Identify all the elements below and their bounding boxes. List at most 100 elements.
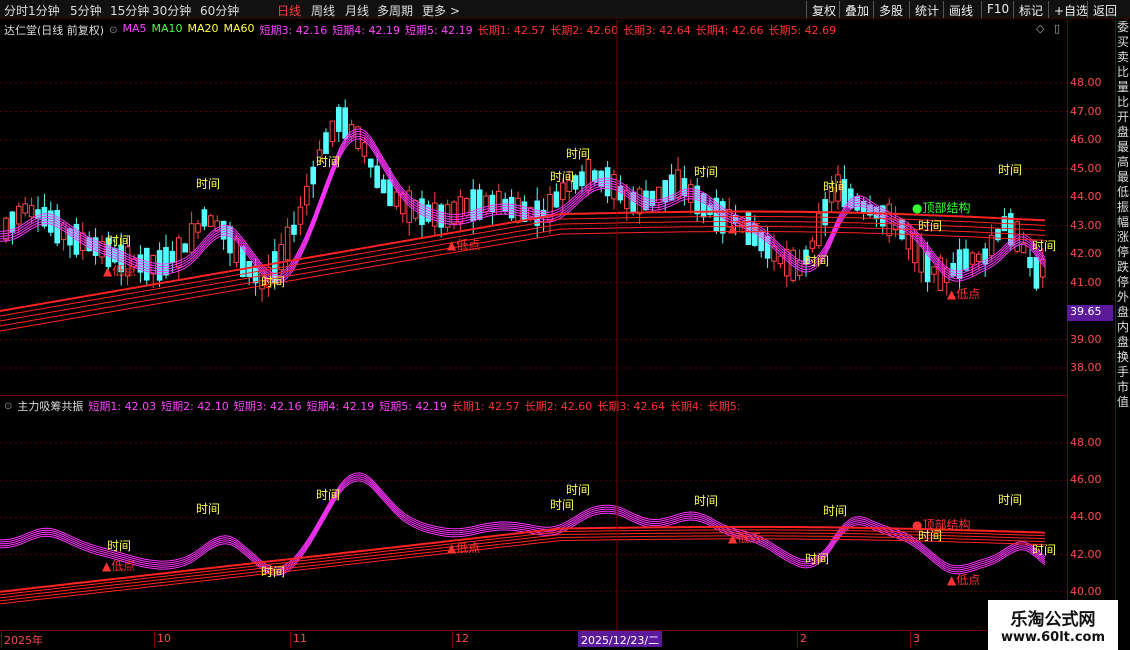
toolbar-button-5[interactable]: F10 xyxy=(981,1,1014,18)
indicator-time-marker: 时间 xyxy=(316,488,340,502)
period-tab-7[interactable]: 周线 xyxy=(311,2,335,19)
current-price-tag: 39.65 xyxy=(1067,305,1113,321)
candle-body xyxy=(182,243,188,253)
candle-body xyxy=(310,166,316,185)
candle-body xyxy=(963,248,969,271)
candle-body xyxy=(195,223,201,233)
candle-body xyxy=(809,240,816,249)
watermark: 乐淘公式网 www.60lt.com xyxy=(988,600,1118,650)
indicator-time-marker: 时间 xyxy=(823,504,847,518)
indicator-short-line xyxy=(0,472,1046,568)
candle-body xyxy=(387,179,393,207)
period-tab-3[interactable]: 15分钟 xyxy=(110,2,149,19)
candle-body xyxy=(956,249,963,280)
price-tick-9: 38.00 xyxy=(1070,361,1102,374)
date-tick xyxy=(1,630,2,648)
candle-body xyxy=(553,191,560,208)
watermark-url: www.60lt.com xyxy=(1000,630,1106,645)
period-tab-9[interactable]: 多周期 xyxy=(377,2,413,19)
time-marker: 时间 xyxy=(566,147,590,161)
candle-body xyxy=(16,205,22,225)
toolbar-button-4[interactable]: 画线 xyxy=(943,1,978,18)
candle-body xyxy=(816,212,822,247)
time-marker: 时间 xyxy=(998,163,1022,177)
period-tab-1[interactable]: 1分钟 xyxy=(28,2,60,19)
period-tab-8[interactable]: 月线 xyxy=(345,2,369,19)
date-tick xyxy=(154,630,155,648)
candle-body xyxy=(323,132,329,154)
time-marker: 时间 xyxy=(550,170,574,184)
period-tab-0[interactable]: 分时 xyxy=(4,2,28,19)
candle-body xyxy=(297,206,304,225)
indicator-time-marker: 时间 xyxy=(805,552,829,566)
price-tick-2: 46.00 xyxy=(1070,133,1102,146)
toolbar-button-3[interactable]: 统计 xyxy=(909,1,944,18)
candle-body xyxy=(169,250,176,263)
time-marker: 时间 xyxy=(694,165,718,179)
price-tick-3: 45.00 xyxy=(1070,161,1102,175)
period-tab-5[interactable]: 60分钟 xyxy=(200,2,239,19)
price-tick-8: 39.00 xyxy=(1070,332,1102,346)
price-tick-6: 42.00 xyxy=(1070,247,1102,260)
period-tab-10[interactable]: 更多 > xyxy=(422,2,460,19)
candle-body xyxy=(208,215,214,227)
date-label-4: 2 xyxy=(800,632,807,645)
quote-side-strip: 委买卖比量比开盘最高最低振幅涨停跌停外盘内盘换手市值 xyxy=(1115,20,1130,630)
toolbar-button-1[interactable]: 叠加 xyxy=(839,1,874,18)
indicator-low-marker: ▲低点 xyxy=(947,573,980,587)
date-tick xyxy=(797,630,798,648)
candle-body xyxy=(28,205,35,218)
toolbar-button-8[interactable]: 返回 xyxy=(1087,1,1122,18)
toolbar-button-6[interactable]: 标记 xyxy=(1013,1,1048,18)
time-marker: 时间 xyxy=(261,275,285,289)
date-label-0: 2025年 xyxy=(4,634,43,647)
date-label-2: 11 xyxy=(293,632,307,645)
toolbar-button-0[interactable]: 复权 xyxy=(806,1,841,18)
low-marker: ▲低点 xyxy=(728,221,761,235)
long-ma-line xyxy=(0,226,1046,327)
candle-body xyxy=(438,204,444,228)
date-tick xyxy=(910,630,911,648)
indicator-time-marker: 时间 xyxy=(196,502,220,516)
candle-body xyxy=(188,223,195,253)
candle-body xyxy=(969,252,976,265)
indicator-short-line xyxy=(0,474,1046,570)
candle-body xyxy=(579,171,585,187)
candle-body xyxy=(368,158,374,168)
candle-body xyxy=(1033,256,1040,289)
toolbar-button-2[interactable]: 多股 xyxy=(873,1,908,18)
date-tick xyxy=(452,630,453,648)
time-marker: 时间 xyxy=(196,177,220,191)
indicator-tick-0: 48.00 xyxy=(1070,436,1102,449)
indicator-low-marker: ▲低点 xyxy=(728,531,761,545)
candle-body xyxy=(489,194,496,212)
indicator-time-marker: 时间 xyxy=(566,483,590,497)
candle-body xyxy=(342,107,348,139)
candle-body xyxy=(393,191,400,207)
chart-canvas[interactable]: 时间时间时间时间时间时间 时间时间时间时间时间时间▲低点▲低点▲低点▲低点●顶部结… xyxy=(0,20,1067,630)
indicator-low-marker: ▲低点 xyxy=(447,541,480,555)
candle-body xyxy=(278,244,284,271)
date-label-3: 12 xyxy=(455,632,469,645)
candle-body xyxy=(496,190,502,215)
indicator-low-marker: ▲低点 xyxy=(102,559,135,573)
quote-strip-text: 委买卖比量比开盘最高最低振幅涨停跌停外盘内盘换手市值 xyxy=(1116,20,1129,409)
indicator-time-marker: 时间 xyxy=(261,565,285,579)
candle-body xyxy=(476,189,483,220)
candle-body xyxy=(304,185,310,206)
candle-body xyxy=(355,126,361,150)
time-marker: 时间 xyxy=(805,254,829,268)
indicator-time-marker: 时间 xyxy=(998,493,1022,507)
indicator-time-marker: 时间 xyxy=(550,498,574,512)
date-tick xyxy=(290,630,291,648)
indicator-long-line xyxy=(0,538,1046,605)
period-tab-4[interactable]: 30分钟 xyxy=(152,2,191,19)
indicator-top-structure-marker: ●顶部结构 xyxy=(912,517,970,532)
period-tab-2[interactable]: 5分钟 xyxy=(70,2,102,19)
candle-body xyxy=(201,209,208,227)
candle-body xyxy=(284,226,291,261)
period-tab-6[interactable]: 日线 xyxy=(277,2,301,19)
date-label-1: 10 xyxy=(157,632,171,645)
candle-body xyxy=(976,253,982,262)
indicator-tick-1: 46.00 xyxy=(1070,473,1102,487)
